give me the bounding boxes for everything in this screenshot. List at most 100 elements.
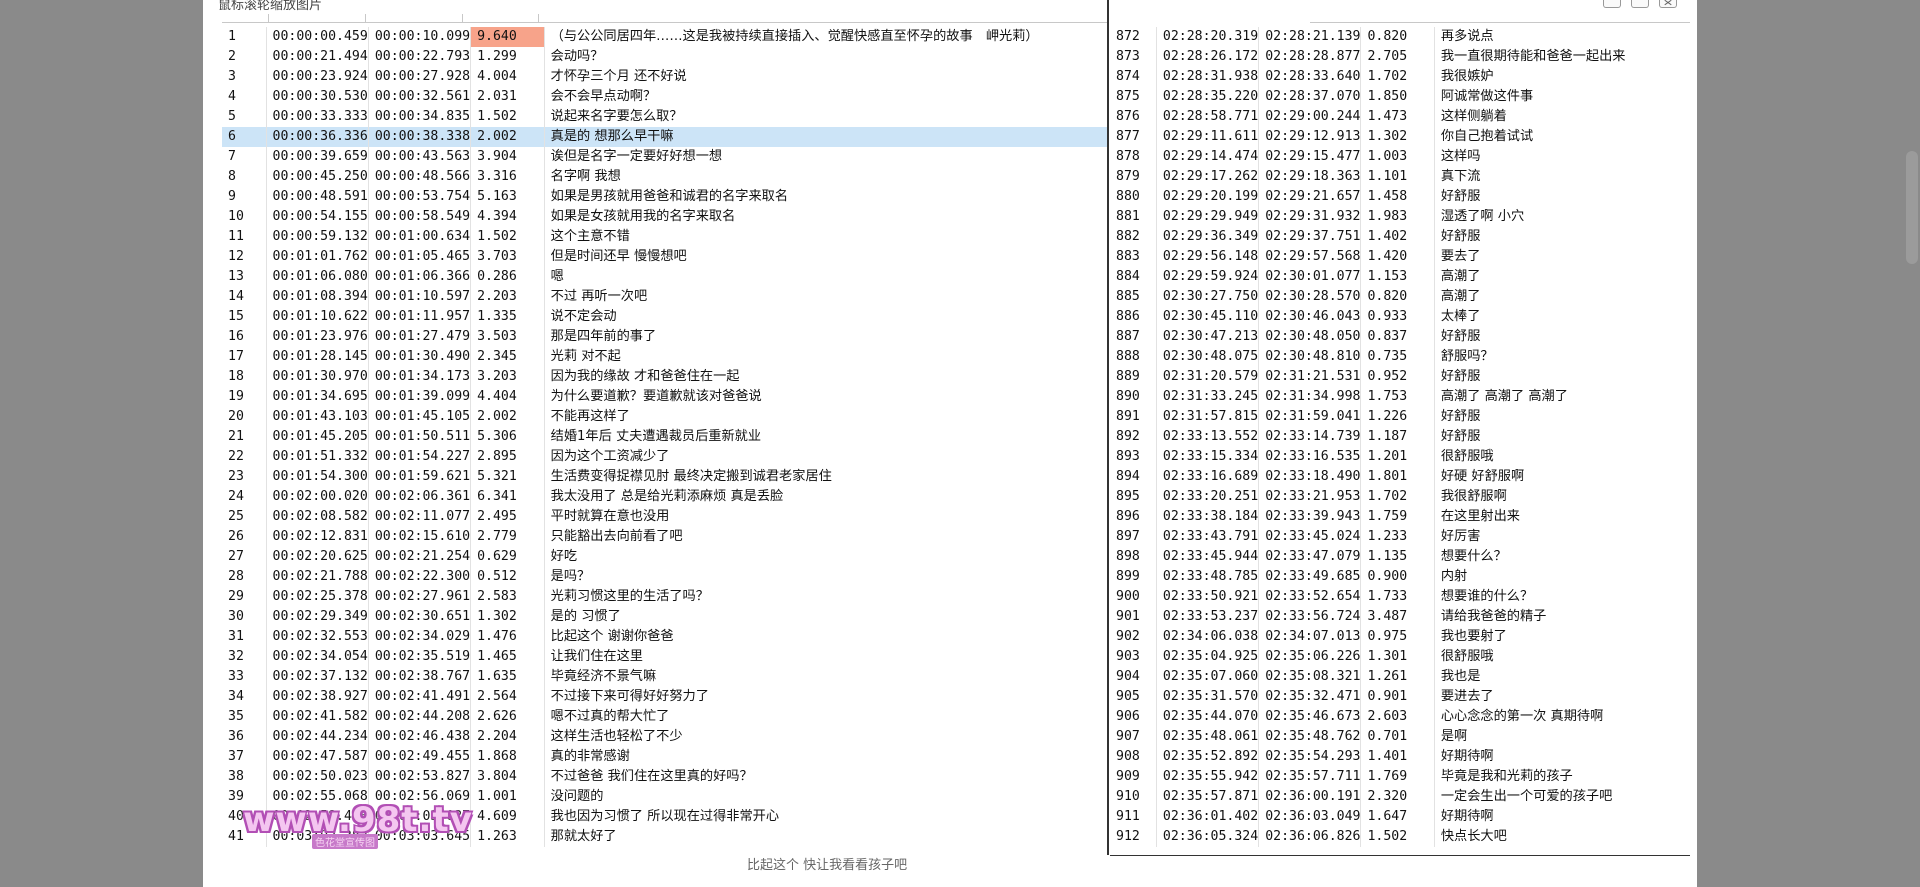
left-row[interactable]: 30 00:02:29.349 00:02:30.651 1.302 是的 习惯了 (222, 607, 1107, 627)
cell-start: 02:35:52.892 (1155, 747, 1259, 767)
right-row[interactable]: 885 02:30:27.750 02:30:28.570 0.820 高潮了 (1110, 287, 1690, 307)
right-row[interactable]: 876 02:28:58.771 02:29:00.244 1.473 这样侧躺着 (1110, 107, 1690, 127)
right-row[interactable]: 898 02:33:45.944 02:33:47.079 1.135 想要什么？ (1110, 547, 1690, 567)
cell-end: 02:29:37.751 (1258, 227, 1361, 247)
left-row[interactable]: 20 00:01:43.103 00:01:45.105 2.002 不能再这样了 (222, 407, 1107, 427)
right-row[interactable]: 910 02:35:57.871 02:36:00.191 2.320 一定会生出一个可… (1110, 787, 1690, 807)
right-row[interactable]: 912 02:36:05.324 02:36:06.826 1.502 快点长大吧 (1110, 827, 1690, 847)
left-row[interactable]: 29 00:02:25.378 00:02:27.961 2.583 光莉习惯这里的生活… (222, 587, 1107, 607)
cell-start: 02:33:53.237 (1155, 607, 1259, 627)
right-row[interactable]: 899 02:33:48.785 02:33:49.685 0.900 内射 (1110, 567, 1690, 587)
right-row[interactable]: 904 02:35:07.060 02:35:08.321 1.261 我也是 (1110, 667, 1690, 687)
right-row[interactable]: 887 02:30:47.213 02:30:48.050 0.837 好舒服 (1110, 327, 1690, 347)
cell-index: 872 (1116, 29, 1140, 44)
right-row[interactable]: 907 02:35:48.061 02:35:48.762 0.701 是啊 (1110, 727, 1690, 747)
right-row[interactable]: 873 02:28:26.172 02:28:28.877 2.705 我一直很期待能和… (1110, 47, 1690, 67)
left-row[interactable]: 2 00:00:21.494 00:00:22.793 1.299 会动吗？ (222, 47, 1107, 67)
right-row[interactable]: 872 02:28:20.319 02:28:21.139 0.820 再多说点 (1110, 27, 1690, 47)
right-row[interactable]: 901 02:33:53.237 02:33:56.724 3.487 请给我爸爸的精子 (1110, 607, 1690, 627)
right-row[interactable]: 894 02:33:16.689 02:33:18.490 1.801 好硬 好舒服啊 (1110, 467, 1690, 487)
cell-duration: 2.895 (470, 447, 545, 467)
left-row[interactable]: 18 00:01:30.970 00:01:34.173 3.203 因为我的缘故 才和… (222, 367, 1107, 387)
right-row[interactable]: 880 02:29:20.199 02:29:21.657 1.458 好舒服 (1110, 187, 1690, 207)
right-row[interactable]: 884 02:29:59.924 02:30:01.077 1.153 高潮了 (1110, 267, 1690, 287)
left-row[interactable]: 24 00:02:00.020 00:02:06.361 6.341 我太没用了 总是给… (222, 487, 1107, 507)
left-row[interactable]: 33 00:02:37.132 00:02:38.767 1.635 毕竟经济不景气嘛 (222, 667, 1107, 687)
right-row[interactable]: 874 02:28:31.938 02:28:33.640 1.702 我很嫉妒 (1110, 67, 1690, 87)
left-row[interactable]: 32 00:02:34.054 00:02:35.519 1.465 让我们住在这里 (222, 647, 1107, 667)
left-row[interactable]: 31 00:02:32.553 00:02:34.029 1.476 比起这个 谢谢你爸… (222, 627, 1107, 647)
left-row[interactable]: 1 00:00:00.459 00:00:10.099 9.640 （与公公同居四年……… (222, 27, 1107, 47)
left-row[interactable]: 6 00:00:36.336 00:00:38.338 2.002 真是的 想那么早干嘛 (222, 127, 1107, 147)
cell-duration: 2.320 (1360, 787, 1435, 807)
left-row[interactable]: 23 00:01:54.300 00:01:59.621 5.321 生活费变得捉襟见肘… (222, 467, 1107, 487)
left-row[interactable]: 38 00:02:50.023 00:02:53.827 3.804 不过爸爸 我们住在… (222, 767, 1107, 787)
cell-duration: 0.820 (1360, 287, 1435, 307)
cell-text: 这样生活也轻松了不少 (543, 727, 1107, 747)
right-row[interactable]: 900 02:33:50.921 02:33:52.654 1.733 想要谁的什么？ (1110, 587, 1690, 607)
subtitle-rows-left: 1 00:00:00.459 00:00:10.099 9.640 （与公公同居四年……… (222, 27, 1107, 847)
cell-index: 896 (1116, 509, 1140, 524)
cell-start: 02:33:20.251 (1155, 487, 1259, 507)
left-row[interactable]: 11 00:00:59.132 00:01:00.634 1.502 这个主意不错 (222, 227, 1107, 247)
left-row[interactable]: 27 00:02:20.625 00:02:21.254 0.629 好吃 (222, 547, 1107, 567)
right-row[interactable]: 879 02:29:17.262 02:29:18.363 1.101 真下流 (1110, 167, 1690, 187)
left-row[interactable]: 21 00:01:45.205 00:01:50.511 5.306 结婚1年后 丈夫遭… (222, 427, 1107, 447)
left-row[interactable]: 14 00:01:08.394 00:01:10.597 2.203 不过 再听一次吧 (222, 287, 1107, 307)
cell-text: 结婚1年后 丈夫遭遇裁员后重新就业 (543, 427, 1107, 447)
cell-index: 23 (228, 469, 244, 484)
left-row[interactable]: 17 00:01:28.145 00:01:30.490 2.345 光莉 对不起 (222, 347, 1107, 367)
right-row[interactable]: 881 02:29:29.949 02:29:31.932 1.983 湿透了啊 小穴 (1110, 207, 1690, 227)
right-row[interactable]: 908 02:35:52.892 02:35:54.293 1.401 好期待啊 (1110, 747, 1690, 767)
right-row[interactable]: 905 02:35:31.570 02:35:32.471 0.901 要进去了 (1110, 687, 1690, 707)
right-row[interactable]: 882 02:29:36.349 02:29:37.751 1.402 好舒服 (1110, 227, 1690, 247)
right-row[interactable]: 891 02:31:57.815 02:31:59.041 1.226 好舒服 (1110, 407, 1690, 427)
left-row[interactable]: 26 00:02:12.831 00:02:15.610 2.779 只能豁出去向前看了… (222, 527, 1107, 547)
cell-text: 没问题的 (543, 787, 1107, 807)
scrollbar-thumb[interactable] (1906, 151, 1918, 264)
right-row[interactable]: 878 02:29:14.474 02:29:15.477 1.003 这样吗 (1110, 147, 1690, 167)
left-row[interactable]: 13 00:01:06.080 00:01:06.366 0.286 嗯 (222, 267, 1107, 287)
right-row[interactable]: 890 02:31:33.245 02:31:34.998 1.753 高潮了 高潮了 … (1110, 387, 1690, 407)
right-row[interactable]: 897 02:33:43.791 02:33:45.024 1.233 好厉害 (1110, 527, 1690, 547)
left-row[interactable]: 7 00:00:39.659 00:00:43.563 3.904 诶但是名字一定要好好… (222, 147, 1107, 167)
left-row[interactable]: 35 00:02:41.582 00:02:44.208 2.626 嗯不过真的帮大忙了 (222, 707, 1107, 727)
right-row[interactable]: 889 02:31:20.579 02:31:21.531 0.952 好舒服 (1110, 367, 1690, 387)
left-row[interactable]: 3 00:00:23.924 00:00:27.928 4.004 才怀孕三个月 还不好… (222, 67, 1107, 87)
right-row[interactable]: 903 02:35:04.925 02:35:06.226 1.301 很舒服哦 (1110, 647, 1690, 667)
left-row[interactable]: 4 00:00:30.530 00:00:32.561 2.031 会不会早点动啊？ (222, 87, 1107, 107)
cell-text: 说起来名字要怎么取？ (543, 107, 1107, 127)
right-row[interactable]: 909 02:35:55.942 02:35:57.711 1.769 毕竟是我和光莉的… (1110, 767, 1690, 787)
left-row[interactable]: 12 00:01:01.762 00:01:05.465 3.703 但是时间还早 慢慢… (222, 247, 1107, 267)
left-row[interactable]: 5 00:00:33.333 00:00:34.835 1.502 说起来名字要怎么取？ (222, 107, 1107, 127)
right-row[interactable]: 892 02:33:13.552 02:33:14.739 1.187 好舒服 (1110, 427, 1690, 447)
left-row[interactable]: 9 00:00:48.591 00:00:53.754 5.163 如果是男孩就用爸爸和… (222, 187, 1107, 207)
right-row[interactable]: 911 02:36:01.402 02:36:03.049 1.647 好期待啊 (1110, 807, 1690, 827)
left-row[interactable]: 34 00:02:38.927 00:02:41.491 2.564 不过接下来可得好好… (222, 687, 1107, 707)
cell-text: 我一直很期待能和爸爸一起出来 (1433, 47, 1690, 67)
right-row[interactable]: 888 02:30:48.075 02:30:48.810 0.735 舒服吗？ (1110, 347, 1690, 367)
cell-text: 我很舒服啊 (1433, 487, 1690, 507)
left-row[interactable]: 10 00:00:54.155 00:00:58.549 4.394 如果是女孩就用我的… (222, 207, 1107, 227)
left-row[interactable]: 19 00:01:34.695 00:01:39.099 4.404 为什么要道歉？要道… (222, 387, 1107, 407)
right-row[interactable]: 895 02:33:20.251 02:33:21.953 1.702 我很舒服啊 (1110, 487, 1690, 507)
cell-index: 30 (228, 609, 244, 624)
right-row[interactable]: 893 02:33:15.334 02:33:16.535 1.201 很舒服哦 (1110, 447, 1690, 467)
right-row[interactable]: 906 02:35:44.070 02:35:46.673 2.603 心心念念的第一次… (1110, 707, 1690, 727)
right-row[interactable]: 886 02:30:45.110 02:30:46.043 0.933 太棒了 (1110, 307, 1690, 327)
right-row[interactable]: 875 02:28:35.220 02:28:37.070 1.850 阿诚常做这件事 (1110, 87, 1690, 107)
right-row[interactable]: 896 02:33:38.184 02:33:39.943 1.759 在这里射出来 (1110, 507, 1690, 527)
right-row[interactable]: 877 02:29:11.611 02:29:12.913 1.302 你自己抱着试试 (1110, 127, 1690, 147)
right-row[interactable]: 883 02:29:56.148 02:29:57.568 1.420 要去了 (1110, 247, 1690, 267)
left-row[interactable]: 37 00:02:47.587 00:02:49.455 1.868 真的非常感谢 (222, 747, 1107, 767)
left-row[interactable]: 8 00:00:45.250 00:00:48.566 3.316 名字啊 我想 (222, 167, 1107, 187)
cell-end: 02:29:31.932 (1258, 207, 1361, 227)
left-row[interactable]: 25 00:02:08.582 00:02:11.077 2.495 平时就算在意也没用 (222, 507, 1107, 527)
right-row[interactable]: 902 02:34:06.038 02:34:07.013 0.975 我也要射了 (1110, 627, 1690, 647)
left-row[interactable]: 16 00:01:23.976 00:01:27.479 3.503 那是四年前的事了 (222, 327, 1107, 347)
left-row[interactable]: 28 00:02:21.788 00:02:22.300 0.512 是吗？ (222, 567, 1107, 587)
left-row[interactable]: 36 00:02:44.234 00:02:46.438 2.204 这样生活也轻松了不… (222, 727, 1107, 747)
cell-end: 02:28:33.640 (1258, 67, 1361, 87)
left-row[interactable]: 15 00:01:10.622 00:01:11.957 1.335 说不定会动 (222, 307, 1107, 327)
left-row[interactable]: 22 00:01:51.332 00:01:54.227 2.895 因为这个工资减少了 (222, 447, 1107, 467)
